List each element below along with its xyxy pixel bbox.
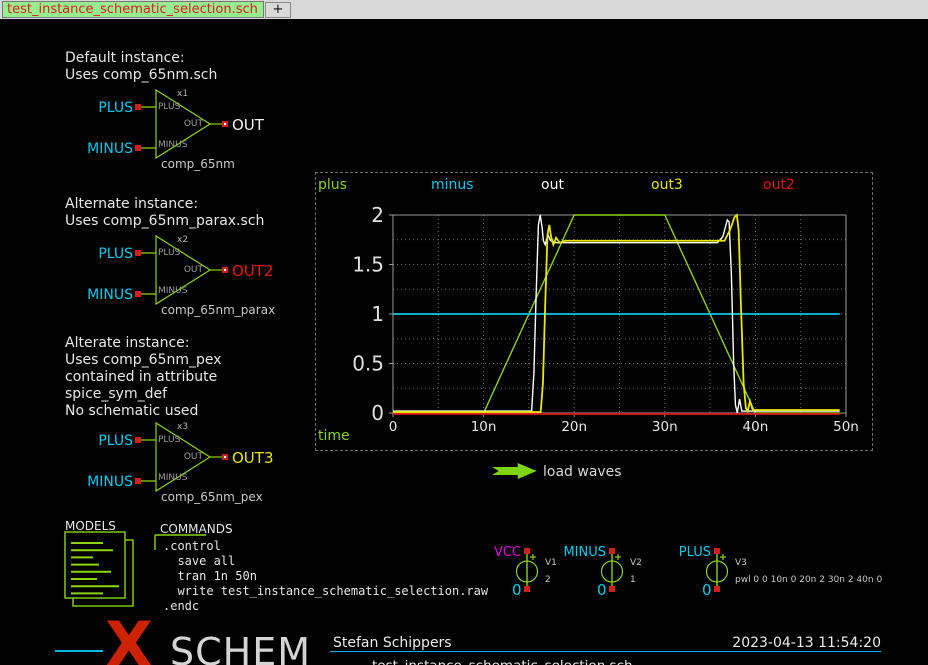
symbol-pin-out: OUT <box>175 265 203 275</box>
net-label-minus[interactable]: MINUS <box>515 545 606 560</box>
legend-item-plus[interactable]: plus <box>318 177 347 193</box>
text-line: .endc <box>163 599 488 614</box>
x-tick-label: 30n <box>652 419 678 435</box>
net-label-plus[interactable]: PLUS <box>83 433 133 449</box>
symbol-pin-plus: PLUS <box>158 435 180 445</box>
net-label-minus[interactable]: MINUS <box>83 287 133 303</box>
x-tick-label: 10n <box>471 419 497 435</box>
x-axis-label: time <box>318 428 350 444</box>
text-line: tran 1n 50n <box>163 569 488 584</box>
models-document-icon[interactable] <box>62 530 142 616</box>
legend-item-out3[interactable]: out3 <box>651 177 683 193</box>
legend-item-out[interactable]: out <box>541 177 564 193</box>
schematic-filename: test_instance_schematic_selection.sch <box>372 658 633 665</box>
symbol-pin-out: OUT <box>175 452 203 462</box>
symbol-pin-out: OUT <box>175 119 203 129</box>
text-line: Alternate instance: <box>65 196 264 213</box>
comparator-instance-x1[interactable]: PLUS MINUS PLUS MINUS OUT x1 OUT comp_65… <box>95 84 305 176</box>
instance1-note: Default instance:Uses comp_65nm.sch <box>65 50 217 84</box>
x-tick-label: 50n <box>833 419 859 435</box>
waveform-graph[interactable]: plus minus out out3 out2 0 10n 20n 30n 40n 50n 0 0.… <box>315 172 873 451</box>
titleblock-underline <box>330 651 881 652</box>
text-line: Uses comp_65nm_pex <box>65 352 222 369</box>
author-name: Stefan Schippers <box>333 635 452 651</box>
voltage-source-v3[interactable]: PLUS V3 pwl 0 0 10n 0 20n 2 30n 2 40n 0 … <box>690 545 770 597</box>
net-label-vcc[interactable]: VCC <box>430 545 521 560</box>
text-line: Default instance: <box>65 50 217 67</box>
source-value: 2 <box>545 575 551 585</box>
output-net-label[interactable]: OUT2 <box>232 262 274 280</box>
instance-designator: x3 <box>177 422 188 432</box>
source-value: 1 <box>630 575 636 585</box>
symbol-name: comp_65nm_parax <box>161 303 275 317</box>
source-value: pwl 0 0 10n 0 20n 2 30n 2 40n 0 <box>735 575 882 585</box>
launcher-arrow-icon[interactable] <box>492 463 538 479</box>
x-tick-label: 0 <box>389 419 398 435</box>
output-net-label[interactable]: OUT <box>232 116 264 134</box>
text-line: write test_instance_schematic_selection.… <box>163 584 488 599</box>
timestamp: 2023-04-13 11:54:20 <box>677 635 881 651</box>
titleblock-line <box>55 650 103 652</box>
symbol-pin-plus: PLUS <box>158 248 180 258</box>
y-tick-label: 1.5 <box>352 253 384 277</box>
y-tick-label: 1 <box>371 302 384 326</box>
load-waves-launcher[interactable]: load waves <box>543 464 622 480</box>
tab-bar: test_instance_schematic_selection.sch + <box>0 0 928 19</box>
text-line: Uses comp_65nm.sch <box>65 67 217 84</box>
tab-current[interactable]: test_instance_schematic_selection.sch <box>2 1 264 18</box>
symbol-pin-minus: MINUS <box>158 473 187 483</box>
ground-net-label[interactable]: 0 <box>512 581 522 599</box>
y-tick-label: 2 <box>371 203 384 227</box>
source-designator: V3 <box>735 558 747 568</box>
instance-designator: x1 <box>177 89 188 99</box>
schematic-canvas[interactable]: Default instance:Uses comp_65nm.sch PLUS… <box>0 19 928 665</box>
net-label-plus[interactable]: PLUS <box>83 246 133 262</box>
new-tab-button[interactable]: + <box>265 2 291 18</box>
symbol-name: comp_65nm <box>161 157 235 171</box>
xschem-logo-x: X <box>105 615 153 665</box>
net-label-minus[interactable]: MINUS <box>83 141 133 157</box>
y-tick-label: 0.5 <box>352 352 384 376</box>
net-label-plus[interactable]: PLUS <box>83 100 133 116</box>
instance3-note: Alterate instance:Uses comp_65nm_pexcont… <box>65 335 222 420</box>
symbol-pin-minus: MINUS <box>158 140 187 150</box>
comparator-instance-x2[interactable]: PLUS MINUS PLUS MINUS OUT x2 OUT2 comp_6… <box>95 230 305 322</box>
ground-net-label[interactable]: 0 <box>702 581 712 599</box>
instance-designator: x2 <box>177 235 188 245</box>
text-line: contained in attribute <box>65 369 222 386</box>
x-tick-label: 40n <box>743 419 769 435</box>
comparator-instance-x3[interactable]: PLUS MINUS PLUS MINUS OUT x3 OUT3 comp_6… <box>95 417 305 509</box>
symbol-pin-minus: MINUS <box>158 286 187 296</box>
symbol-name: comp_65nm_pex <box>161 490 263 504</box>
xschem-logo-text: SCHEM <box>170 633 311 665</box>
output-net-label[interactable]: OUT3 <box>232 449 274 467</box>
waveform-plot-svg: 0 10n 20n 30n 40n 50n 0 0.5 1 1.5 2 <box>316 173 872 450</box>
y-tick-label: 0 <box>371 401 384 425</box>
legend-item-out2[interactable]: out2 <box>763 177 795 193</box>
x-tick-label: 20n <box>561 419 587 435</box>
text-line: Uses comp_65nm_parax.sch <box>65 213 264 230</box>
text-line: spice_sym_def <box>65 386 222 403</box>
net-label-plus[interactable]: PLUS <box>620 545 711 560</box>
ground-net-label[interactable]: 0 <box>597 581 607 599</box>
legend-item-minus[interactable]: minus <box>431 177 474 193</box>
net-label-minus[interactable]: MINUS <box>83 474 133 490</box>
instance2-note: Alternate instance:Uses comp_65nm_parax.… <box>65 196 264 230</box>
symbol-pin-plus: PLUS <box>158 102 180 112</box>
text-line: Alterate instance: <box>65 335 222 352</box>
xschem-window: test_instance_schematic_selection.sch + … <box>0 0 928 665</box>
